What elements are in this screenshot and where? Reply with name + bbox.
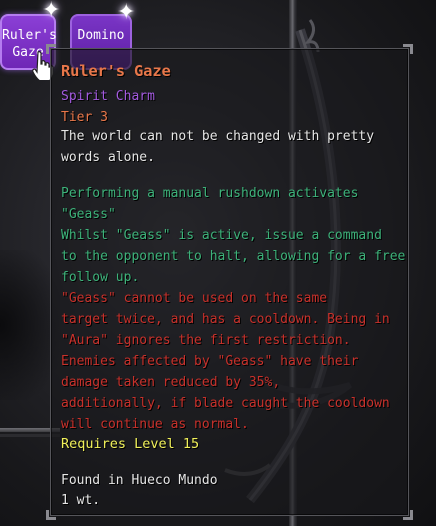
restriction-description: "Geass" cannot be used on the same targe… — [61, 288, 403, 435]
restriction-line: "Aura" ignores the first restriction. — [61, 333, 351, 348]
effect-line: Whilst "Geass" is active, issue a comman… — [61, 228, 382, 243]
item-tier: Tier 3 — [61, 110, 108, 125]
corner-ornament — [402, 43, 414, 55]
effect-line: follow up. — [61, 270, 140, 285]
effect-line: to the opponent to halt, allowing for a … — [61, 249, 406, 264]
lore-line: The world can not be changed with pretty — [61, 129, 375, 144]
tab-label: Domino — [77, 28, 125, 43]
sparkle-icon: ✦ — [117, 0, 136, 25]
restriction-line: damage taken reduced by 35%, — [61, 375, 281, 390]
item-type: Spirit Charm — [61, 89, 155, 104]
restriction-line: additionally, if blade caught the cooldo… — [61, 396, 390, 411]
item-tooltip: Ruler's Gaze Spirit Charm Tier 3 The wor… — [46, 44, 413, 520]
corner-ornament — [402, 509, 414, 521]
item-name: Ruler's Gaze — [61, 62, 171, 80]
level-requirement: Requires Level 15 — [61, 436, 200, 452]
corner-ornament — [45, 509, 57, 521]
restriction-line: Enemies affected by "Geass" have their — [61, 354, 359, 369]
restriction-line: will continue as normal. — [61, 417, 249, 432]
effect-description: Performing a manual rushdown activates "… — [61, 183, 406, 288]
restriction-line: target twice, and has a cooldown. Being … — [61, 312, 390, 327]
effect-line: "Geass" — [61, 207, 116, 222]
found-location: Found in Hueco Mundo — [61, 473, 218, 488]
tab-label-line1: Ruler's — [2, 28, 57, 43]
sparkle-icon: ✦ — [42, 0, 61, 23]
item-weight: 1 wt. — [61, 493, 101, 508]
item-lore: The world can not be changed with pretty… — [61, 126, 403, 168]
corner-ornament — [45, 43, 57, 55]
restriction-line: "Geass" cannot be used on the same — [61, 291, 328, 306]
lore-line: words alone. — [61, 150, 155, 165]
effect-line: Performing a manual rushdown activates — [61, 186, 359, 201]
